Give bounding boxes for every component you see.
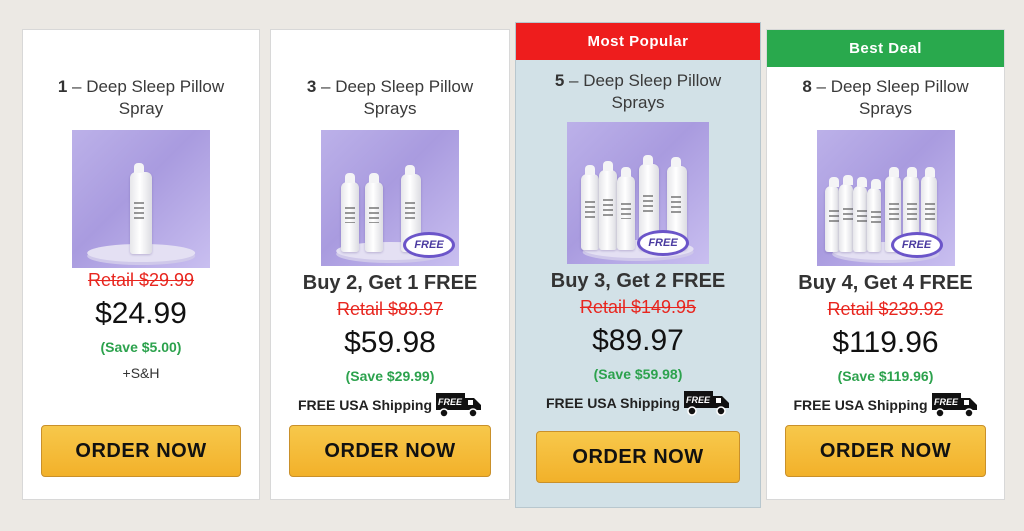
package-quantity: 3	[306, 77, 317, 96]
package-card-3: 3 – Deep Sleep Pillow Sprays FREE Buy 2,…	[270, 29, 510, 500]
package-name: – Deep Sleep Pillow Spray	[72, 77, 225, 118]
retail-price: Retail $29.99	[87, 270, 195, 290]
package-title: 8 – Deep Sleep Pillow Sprays	[767, 76, 1004, 120]
truck-free-text: FREE	[438, 397, 463, 407]
product-image	[72, 130, 210, 268]
package-card-1: 1 – Deep Sleep Pillow Spray Retail $29.9…	[22, 29, 260, 500]
sale-price: $59.98	[344, 326, 436, 359]
package-card-8: Best Deal 8 – Deep Sleep Pillow Sprays F…	[766, 29, 1005, 500]
offer-headline: Buy 4, Get 4 FREE	[798, 272, 973, 294]
free-shipping: FREE USA Shipping FREE	[516, 390, 760, 416]
package-name: – Deep Sleep Pillow Sprays	[569, 71, 722, 112]
sale-price: $119.96	[832, 326, 939, 359]
free-badge-icon: FREE	[403, 232, 455, 258]
truck-icon: FREE	[684, 391, 730, 416]
package-quantity: 1	[57, 77, 68, 96]
order-now-button[interactable]: ORDER NOW	[536, 431, 740, 483]
product-image: FREE	[321, 130, 459, 266]
product-image: FREE	[816, 130, 955, 266]
package-quantity: 8	[802, 77, 812, 96]
package-name: – Deep Sleep Pillow Sprays	[321, 77, 474, 118]
retail-price: Retail $149.95	[579, 297, 697, 317]
package-card-5: Most Popular 5 – Deep Sleep Pillow Spray…	[515, 22, 761, 508]
savings-text: (Save $59.98)	[593, 366, 683, 382]
product-image: FREE	[567, 122, 709, 264]
truck-free-text: FREE	[934, 397, 959, 407]
offer-headline: Buy 3, Get 2 FREE	[550, 270, 726, 292]
retail-price: Retail $89.97	[336, 299, 444, 319]
truck-icon: FREE	[436, 393, 482, 418]
package-title: 1 – Deep Sleep Pillow Spray	[23, 76, 259, 120]
order-now-button[interactable]: ORDER NOW	[289, 425, 491, 477]
free-shipping-label: FREE USA Shipping	[545, 395, 681, 411]
free-shipping: FREE USA Shipping FREE	[767, 392, 1004, 418]
shipping-handling-note: +S&H	[122, 365, 160, 381]
package-name: – Deep Sleep Pillow Sprays	[816, 77, 969, 118]
free-shipping-label: FREE USA Shipping	[297, 397, 433, 413]
most-popular-ribbon: Most Popular	[516, 23, 760, 60]
savings-text: (Save $119.96)	[837, 368, 934, 384]
package-quantity: 5	[554, 71, 565, 90]
free-shipping: FREE USA Shipping FREE	[271, 392, 509, 418]
order-now-button[interactable]: ORDER NOW	[41, 425, 241, 477]
retail-price: Retail $239.92	[827, 299, 944, 319]
truck-free-text: FREE	[686, 395, 711, 405]
sale-price: $89.97	[592, 324, 684, 357]
order-now-button[interactable]: ORDER NOW	[785, 425, 986, 477]
package-title: 5 – Deep Sleep Pillow Sprays	[516, 70, 760, 114]
truck-icon: FREE	[931, 393, 977, 418]
savings-text: (Save $5.00)	[100, 339, 182, 355]
free-shipping-label: FREE USA Shipping	[793, 397, 928, 413]
free-badge-icon: FREE	[890, 232, 943, 258]
sale-price: $24.99	[95, 297, 187, 330]
savings-text: (Save $29.99)	[345, 368, 435, 384]
free-badge-icon: FREE	[637, 230, 689, 256]
best-deal-ribbon: Best Deal	[767, 30, 1004, 67]
offer-headline: Buy 2, Get 1 FREE	[302, 272, 478, 294]
package-title: 3 – Deep Sleep Pillow Sprays	[271, 76, 509, 120]
